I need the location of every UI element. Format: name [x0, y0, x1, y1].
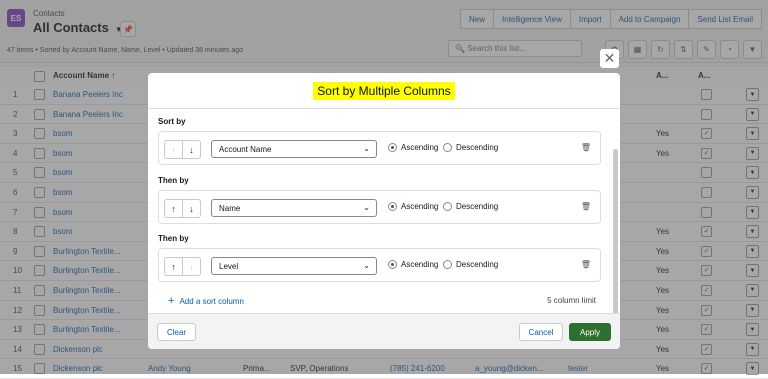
- ascending-label: Ascending: [401, 143, 439, 152]
- radio-icon: [443, 202, 452, 211]
- scrollbar[interactable]: [613, 149, 618, 339]
- descending-label: Descending: [456, 260, 499, 269]
- sort-section-label: Sort by: [158, 117, 186, 126]
- radio-icon: [388, 260, 397, 269]
- move-up-icon: ↑: [164, 140, 183, 159]
- radio-icon: [388, 202, 397, 211]
- descending-radio[interactable]: Descending: [443, 260, 498, 269]
- add-sort-column-button[interactable]: + Add a sort column: [168, 295, 244, 307]
- sort-field-value: Level: [219, 261, 239, 271]
- plus-icon: +: [168, 295, 175, 307]
- ascending-label: Ascending: [401, 202, 439, 211]
- sort-field-value: Account Name: [219, 144, 272, 154]
- move-down-icon[interactable]: ↓: [182, 199, 201, 218]
- radio-icon: [443, 143, 452, 152]
- move-down-icon[interactable]: ↓: [182, 140, 201, 159]
- apply-button[interactable]: Apply: [569, 323, 611, 341]
- modal-header: Sort by Multiple Columns: [148, 73, 620, 109]
- modal-footer: Clear Cancel Apply: [148, 313, 620, 349]
- descending-radio[interactable]: Descending: [443, 143, 498, 152]
- trash-icon[interactable]: 🗑: [581, 260, 591, 269]
- ascending-radio[interactable]: Ascending: [388, 260, 438, 269]
- reorder-buttons: ↑ ↓: [164, 257, 201, 276]
- sort-modal: Sort by Multiple Columns Sort by ↑ ↓ Accoun…: [148, 73, 620, 349]
- sort-section-label: Then by: [158, 176, 189, 185]
- descending-radio[interactable]: Descending: [443, 202, 498, 211]
- sort-field-select[interactable]: Account Name ⌄: [211, 140, 377, 158]
- column-limit: 5 column limit: [547, 296, 596, 305]
- close-icon[interactable]: ✕: [600, 49, 619, 68]
- ascending-radio[interactable]: Ascending: [388, 202, 438, 211]
- ascending-radio[interactable]: Ascending: [388, 143, 438, 152]
- move-up-icon[interactable]: ↑: [164, 257, 183, 276]
- clear-button[interactable]: Clear: [157, 323, 196, 341]
- trash-icon[interactable]: 🗑: [581, 143, 591, 152]
- trash-icon[interactable]: 🗑: [581, 202, 591, 211]
- modal-body: Sort by ↑ ↓ Account Name ⌄ Ascending Descendin…: [148, 109, 620, 339]
- sort-field-select[interactable]: Level ⌄: [211, 257, 377, 275]
- add-sort-column-label: Add a sort column: [179, 297, 244, 306]
- sort-row: ↑ ↓ Level ⌄ Ascending Descending 🗑: [158, 248, 601, 282]
- sort-field-value: Name: [219, 203, 241, 213]
- radio-icon: [388, 143, 397, 152]
- sort-section-label: Then by: [158, 234, 189, 243]
- descending-label: Descending: [456, 202, 499, 211]
- modal-title: Sort by Multiple Columns: [313, 81, 455, 100]
- sort-row: ↑ ↓ Name ⌄ Ascending Descending 🗑: [158, 190, 601, 224]
- reorder-buttons: ↑ ↓: [164, 140, 201, 159]
- reorder-buttons: ↑ ↓: [164, 199, 201, 218]
- move-down-icon: ↓: [182, 257, 201, 276]
- descending-label: Descending: [456, 143, 499, 152]
- chevron-down-icon: ⌄: [363, 144, 370, 153]
- radio-icon: [443, 260, 452, 269]
- sort-row: ↑ ↓ Account Name ⌄ Ascending Descending 🗑: [158, 131, 601, 165]
- chevron-down-icon: ⌄: [363, 261, 370, 270]
- move-up-icon[interactable]: ↑: [164, 199, 183, 218]
- chevron-down-icon: ⌄: [363, 203, 370, 212]
- cancel-button[interactable]: Cancel: [519, 323, 563, 341]
- sort-field-select[interactable]: Name ⌄: [211, 199, 377, 217]
- ascending-label: Ascending: [401, 260, 439, 269]
